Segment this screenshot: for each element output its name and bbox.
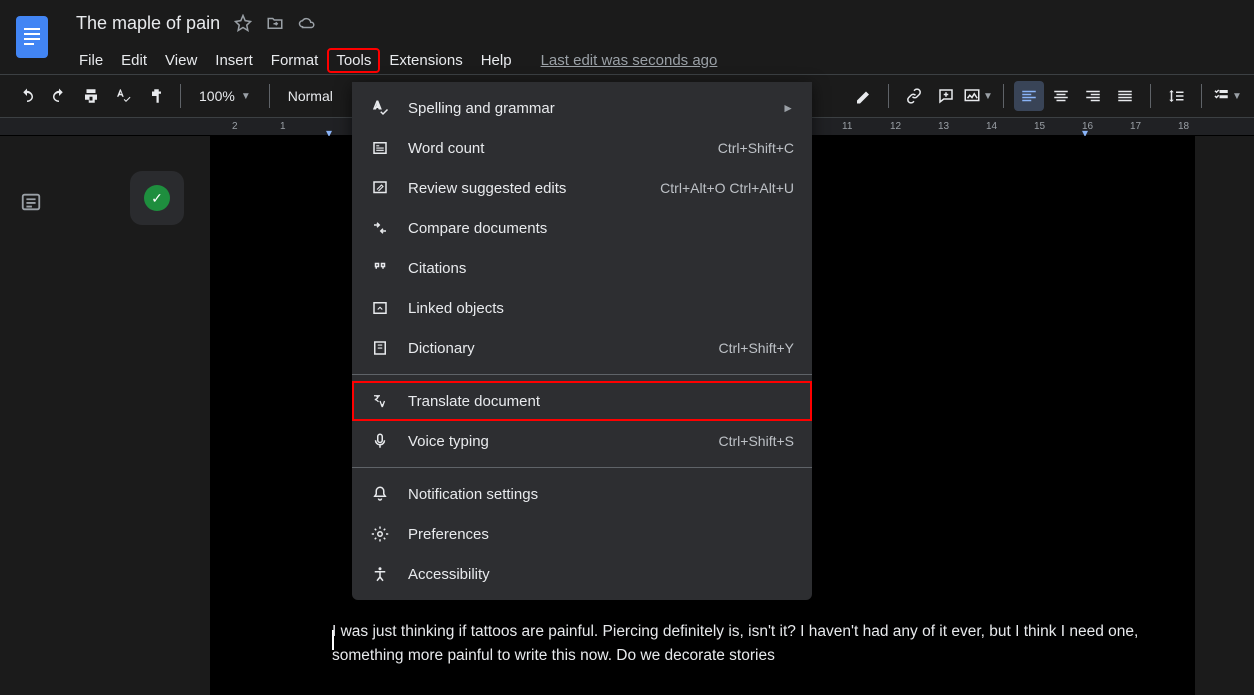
- insert-image-button[interactable]: ▼: [963, 81, 993, 111]
- gear-icon: [370, 525, 390, 543]
- menu-extensions[interactable]: Extensions: [380, 48, 471, 73]
- check-icon: ✓: [144, 185, 170, 211]
- menu-label: Translate document: [408, 393, 540, 410]
- menu-label: Accessibility: [408, 566, 490, 583]
- document-body-text[interactable]: I was just thinking if tattoos are painf…: [332, 620, 1198, 668]
- docs-logo[interactable]: [12, 12, 52, 62]
- tools-notifications[interactable]: Notification settings: [352, 474, 812, 514]
- spellcheck-icon: [370, 99, 390, 117]
- menu-shortcut: Ctrl+Shift+S: [719, 433, 794, 449]
- align-justify-button[interactable]: [1110, 81, 1140, 111]
- align-left-button[interactable]: [1014, 81, 1044, 111]
- align-center-button[interactable]: [1046, 81, 1076, 111]
- accessibility-icon: [370, 565, 390, 583]
- zoom-select[interactable]: 100%▼: [191, 88, 259, 104]
- bell-icon: [370, 485, 390, 503]
- menu-shortcut: Ctrl+Shift+C: [718, 140, 794, 156]
- highlight-color-button[interactable]: [848, 81, 878, 111]
- align-right-button[interactable]: [1078, 81, 1108, 111]
- move-icon[interactable]: [266, 14, 284, 32]
- menu-view[interactable]: View: [156, 48, 206, 73]
- print-button[interactable]: [76, 81, 106, 111]
- menu-label: Word count: [408, 140, 484, 157]
- menu-label: Notification settings: [408, 486, 538, 503]
- translate-icon: [370, 392, 390, 410]
- paint-format-button[interactable]: [140, 81, 170, 111]
- redo-button[interactable]: [44, 81, 74, 111]
- tools-word-count[interactable]: Word count Ctrl+Shift+C: [352, 128, 812, 168]
- tools-review-edits[interactable]: Review suggested edits Ctrl+Alt+O Ctrl+A…: [352, 168, 812, 208]
- menu-label: Voice typing: [408, 433, 489, 450]
- word-count-icon: [370, 139, 390, 157]
- menu-shortcut: Ctrl+Alt+O Ctrl+Alt+U: [660, 180, 794, 196]
- document-title[interactable]: The maple of pain: [70, 11, 226, 36]
- tools-voice-typing[interactable]: Voice typing Ctrl+Shift+S: [352, 421, 812, 461]
- tools-dropdown: Spelling and grammar ► Word count Ctrl+S…: [352, 82, 812, 600]
- ruler-tick: 14: [986, 121, 997, 132]
- mic-icon: [370, 432, 390, 450]
- ruler-tick: 17: [1130, 121, 1141, 132]
- dictionary-icon: [370, 339, 390, 357]
- menu-label: Preferences: [408, 526, 489, 543]
- chevron-right-icon: ►: [782, 101, 794, 115]
- compare-icon: [370, 219, 390, 237]
- add-comment-button[interactable]: [931, 81, 961, 111]
- tools-linked-objects[interactable]: Linked objects: [352, 288, 812, 328]
- menu-label: Spelling and grammar: [408, 100, 555, 117]
- checklist-button[interactable]: ▼: [1212, 81, 1242, 111]
- citations-icon: [370, 259, 390, 277]
- tools-spelling[interactable]: Spelling and grammar ►: [352, 88, 812, 128]
- menu-label: Linked objects: [408, 300, 504, 317]
- menu-help[interactable]: Help: [472, 48, 521, 73]
- line-spacing-button[interactable]: [1161, 81, 1191, 111]
- menu-label: Review suggested edits: [408, 180, 566, 197]
- insert-link-button[interactable]: [899, 81, 929, 111]
- menu-separator: [352, 467, 812, 468]
- ruler-tick: 2: [232, 121, 238, 132]
- menu-tools[interactable]: Tools: [327, 48, 380, 73]
- ruler-tick: 12: [890, 121, 901, 132]
- menu-label: Dictionary: [408, 340, 475, 357]
- outline-icon[interactable]: [20, 191, 42, 216]
- linked-icon: [370, 299, 390, 317]
- last-edit-link[interactable]: Last edit was seconds ago: [541, 52, 718, 69]
- cloud-icon[interactable]: [298, 14, 316, 32]
- ruler-tick: 1: [280, 121, 286, 132]
- menu-separator: [352, 374, 812, 375]
- tools-accessibility[interactable]: Accessibility: [352, 554, 812, 594]
- tools-preferences[interactable]: Preferences: [352, 514, 812, 554]
- ruler-tick: 15: [1034, 121, 1045, 132]
- review-icon: [370, 179, 390, 197]
- menu-edit[interactable]: Edit: [112, 48, 156, 73]
- style-select[interactable]: Normal: [280, 88, 341, 104]
- menu-file[interactable]: File: [70, 48, 112, 73]
- ruler-tick: 18: [1178, 121, 1189, 132]
- menu-label: Compare documents: [408, 220, 547, 237]
- star-icon[interactable]: [234, 14, 252, 32]
- menu-format[interactable]: Format: [262, 48, 328, 73]
- menu-label: Citations: [408, 260, 466, 277]
- tools-citations[interactable]: Citations: [352, 248, 812, 288]
- undo-button[interactable]: [12, 81, 42, 111]
- tools-dictionary[interactable]: Dictionary Ctrl+Shift+Y: [352, 328, 812, 368]
- ruler-tick: 13: [938, 121, 949, 132]
- menu-shortcut: Ctrl+Shift+Y: [719, 340, 794, 356]
- tools-translate[interactable]: Translate document: [352, 381, 812, 421]
- spelling-ok-chip[interactable]: ✓: [130, 171, 184, 225]
- menu-insert[interactable]: Insert: [206, 48, 262, 73]
- ruler-tick: 11: [842, 121, 852, 132]
- spellcheck-button[interactable]: [108, 81, 138, 111]
- tools-compare[interactable]: Compare documents: [352, 208, 812, 248]
